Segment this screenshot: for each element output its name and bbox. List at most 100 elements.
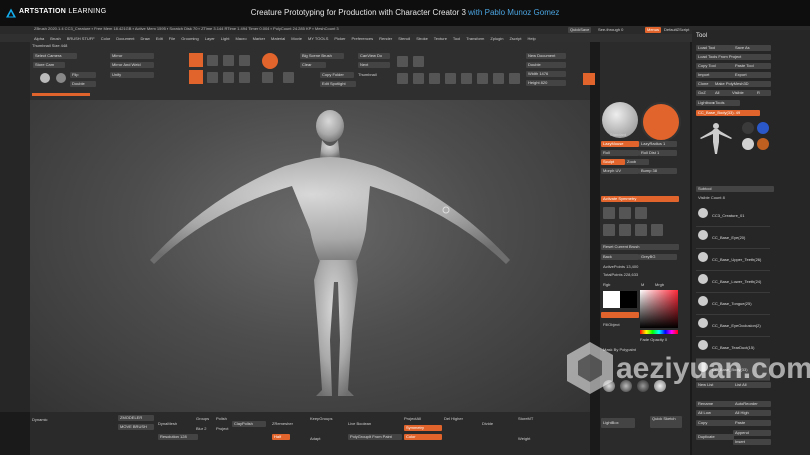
load-tool-button[interactable]: Load Tool	[696, 45, 734, 51]
dynamic-button[interactable]: Dynamic	[32, 417, 48, 422]
brush-icon[interactable]	[283, 72, 294, 83]
symmetry-button[interactable]: Symmetry	[404, 425, 442, 431]
menu-item[interactable]: Transform	[466, 36, 484, 41]
big-scene-brush-button[interactable]: Big Scene Brush	[300, 53, 344, 59]
polish-button[interactable]: Polish	[216, 416, 227, 421]
main-color-swatch[interactable]	[603, 291, 620, 308]
zmodeler-button[interactable]: ZMODELER	[118, 415, 154, 421]
append-button[interactable]: Append	[733, 430, 771, 436]
menu-item[interactable]: Picker	[334, 36, 345, 41]
tool-thumbnail-icon[interactable]	[742, 138, 754, 150]
menu-item[interactable]: Stencil	[398, 36, 410, 41]
tool-thumbnail-icon[interactable]	[742, 122, 754, 134]
polypaint-button[interactable]	[601, 312, 639, 318]
menu-item[interactable]: Color	[101, 36, 111, 41]
zoob-button[interactable]: Zoob	[625, 159, 649, 165]
brush-icon[interactable]	[262, 72, 273, 83]
menu-item[interactable]: Material	[271, 36, 285, 41]
roll-dist-slider[interactable]: Roll Dist 1	[639, 150, 677, 156]
storemt-button[interactable]: StoreMT	[518, 416, 533, 421]
claypolish-button[interactable]: ClayPolish	[232, 421, 266, 427]
lazyradius-slider[interactable]: LazyRadius 1	[639, 141, 677, 147]
lightbox-tools-button[interactable]: Lightbox▸Tools	[696, 100, 740, 106]
menu-item[interactable]: Grooming	[181, 36, 199, 41]
projectall-button[interactable]: ProjectAll	[404, 416, 421, 421]
subtool-item[interactable]: CC_Base_Lower_Teeth(24)	[696, 271, 770, 293]
brush-preset-icon[interactable]	[635, 207, 647, 219]
reset-current-brush-button[interactable]: Reset Current Brush	[601, 244, 679, 250]
import-button[interactable]: Import	[696, 72, 734, 78]
paste-button[interactable]: Paste	[733, 420, 771, 426]
clear-button[interactable]: Clear	[300, 62, 326, 68]
polygroup-from-paint-button[interactable]: PolyGroupIt From Paint	[348, 434, 402, 440]
menu-item[interactable]: MY TOOLS	[308, 36, 328, 41]
menu-item[interactable]: Stroke	[416, 36, 428, 41]
current-tool-slider[interactable]: CC_Base_Body(33). 49	[696, 110, 760, 116]
tool-icon[interactable]	[445, 73, 456, 84]
resolution-slider[interactable]: Resolution 128	[158, 434, 198, 440]
half-button[interactable]: Half	[272, 434, 290, 440]
all-button[interactable]: All	[713, 90, 731, 96]
flip-button[interactable]: Flip	[70, 72, 96, 78]
canview-do-button[interactable]: CanView Do	[358, 53, 390, 59]
keepgroups-button[interactable]: KeepGroups	[310, 416, 332, 421]
tool-icon[interactable]	[509, 73, 520, 84]
bpr-render-icon[interactable]	[583, 73, 595, 85]
tool-icon[interactable]	[461, 73, 472, 84]
lazymouse-button[interactable]: LazyMouse	[601, 141, 639, 147]
all-low-button[interactable]: All Low	[696, 410, 734, 416]
tool-icon[interactable]	[477, 73, 488, 84]
copy-tool-button[interactable]: Copy Tool	[696, 63, 734, 69]
menu-item[interactable]: Help	[527, 36, 535, 41]
color-button[interactable]: Color	[404, 434, 442, 440]
zremesher-button[interactable]: ZRemesher	[272, 421, 293, 426]
all-high-button[interactable]: All High	[733, 410, 771, 416]
autoreorder-button[interactable]: AutoReorder	[733, 401, 771, 407]
thumbnail-size[interactable]: Thumbnail Size 448	[32, 43, 67, 48]
subtool-item[interactable]: CC_Base_EyeOcclusion(2)	[696, 315, 770, 337]
new-document-button[interactable]: New Document	[526, 53, 566, 59]
menu-item[interactable]: Preferences	[352, 36, 374, 41]
tool-thumbnail-body[interactable]	[698, 120, 734, 156]
rgb-toggle[interactable]: Rgb	[603, 282, 610, 287]
subtool-item[interactable]: CC_Base_Tongue(25)	[696, 293, 770, 315]
brush-icon[interactable]	[207, 72, 218, 83]
export-button[interactable]: Export	[733, 72, 771, 78]
sphere-material-icon[interactable]	[56, 73, 66, 83]
unify-button[interactable]: Unify	[110, 72, 154, 78]
edit-spotlight-button[interactable]: Edit Spotlight	[320, 81, 356, 87]
tool-icon[interactable]	[429, 73, 440, 84]
menu-item[interactable]: Movie	[291, 36, 302, 41]
next-button[interactable]: Next	[358, 62, 390, 68]
menus-button[interactable]: Menus	[645, 27, 662, 33]
tool-icon[interactable]	[413, 56, 424, 67]
secondary-color-swatch[interactable]	[620, 291, 637, 308]
double-doc-button[interactable]: Double	[526, 62, 566, 68]
color-picker[interactable]	[640, 290, 678, 328]
tool-icon[interactable]	[397, 73, 408, 84]
brush-preset-icon[interactable]	[619, 207, 631, 219]
brush-preset-icon[interactable]	[603, 207, 615, 219]
morph-uv-button[interactable]: Morph UV	[601, 168, 639, 174]
subtool-item[interactable]: CC_Base_Eye(20)	[696, 227, 770, 249]
menu-item[interactable]: File	[169, 36, 175, 41]
groups-button[interactable]: Groups	[196, 416, 209, 421]
seethrough-slider[interactable]: See-through 0	[598, 27, 623, 32]
activate-symmetry-button[interactable]: Activate Symmetry	[601, 196, 679, 202]
live-boolean-button[interactable]: Live Boolean	[348, 421, 371, 426]
brush-icon[interactable]	[223, 72, 234, 83]
subtool-item[interactable]: CC_Base_Upper_Teeth(26)	[696, 249, 770, 271]
mirror-button[interactable]: Mirror	[110, 53, 154, 59]
menu-item[interactable]: Zplugin	[490, 36, 503, 41]
menu-item[interactable]: Light	[221, 36, 230, 41]
visible-button[interactable]: Visible	[730, 90, 756, 96]
menu-item[interactable]: Texture	[434, 36, 447, 41]
height-slider[interactable]: Height 820	[526, 80, 566, 86]
material-preview-icon[interactable]	[641, 102, 681, 142]
menu-item[interactable]: Zscript	[509, 36, 521, 41]
quicksave-button[interactable]: QuickSave	[568, 27, 592, 33]
mirror-weld-button[interactable]: Mirror And Weld	[110, 62, 154, 68]
menu-item[interactable]: Layer	[205, 36, 215, 41]
double-button[interactable]: Double	[70, 81, 96, 87]
quick-sketch-button[interactable]: Quick Sketch	[650, 416, 682, 428]
